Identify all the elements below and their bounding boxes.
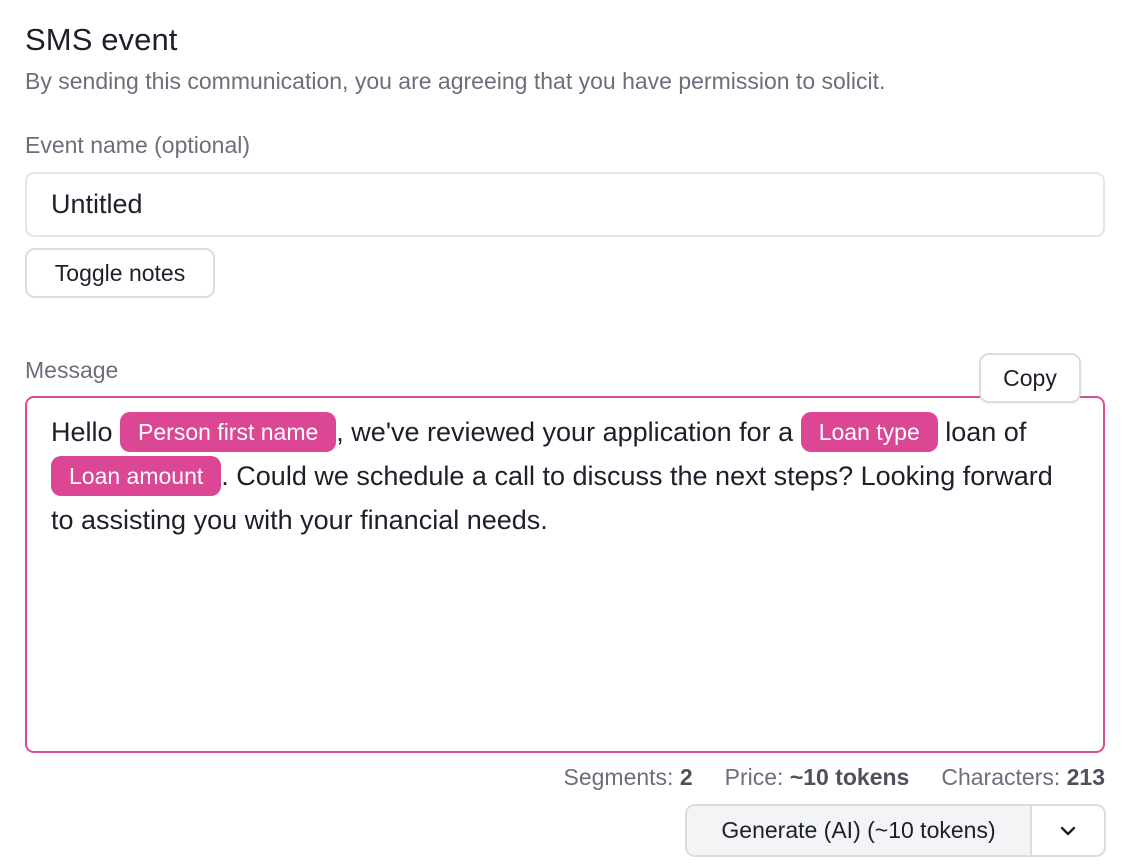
event-name-label: Event name (optional) bbox=[25, 132, 251, 158]
message-text: loan of bbox=[945, 417, 1027, 447]
message-label: Message bbox=[25, 357, 119, 383]
variable-chip-loan-type[interactable]: Loan type bbox=[800, 412, 938, 452]
message-stats: Segments: 2 Price: ~10 tokens Characters… bbox=[563, 764, 1105, 791]
page-subtitle: By sending this communication, you are a… bbox=[25, 68, 886, 94]
segments-value: 2 bbox=[679, 764, 693, 790]
message-text: Hello bbox=[51, 417, 113, 447]
copy-button[interactable]: Copy bbox=[979, 353, 1081, 403]
segments-stat: Segments: 2 bbox=[563, 764, 692, 791]
variable-chip-person-first-name[interactable]: Person first name bbox=[120, 412, 337, 452]
toggle-notes-button[interactable]: Toggle notes bbox=[25, 248, 215, 298]
generate-options-dropdown[interactable] bbox=[1032, 806, 1104, 855]
price-label: Price: bbox=[724, 764, 784, 790]
page-title: SMS event bbox=[25, 22, 178, 57]
generate-ai-button[interactable]: Generate (AI) (~10 tokens) bbox=[687, 806, 1032, 855]
characters-stat: Characters: 213 bbox=[941, 764, 1105, 791]
characters-label: Characters: bbox=[941, 764, 1061, 790]
characters-value: 213 bbox=[1066, 764, 1105, 790]
message-editor[interactable]: Hello Person first name, we've reviewed … bbox=[25, 396, 1105, 753]
price-value: ~10 tokens bbox=[789, 764, 910, 790]
segments-label: Segments: bbox=[563, 764, 674, 790]
price-stat: Price: ~10 tokens bbox=[725, 764, 910, 791]
generate-button-group: Generate (AI) (~10 tokens) bbox=[685, 804, 1106, 857]
variable-chip-loan-amount[interactable]: Loan amount bbox=[51, 456, 222, 496]
event-name-input[interactable] bbox=[25, 172, 1105, 237]
message-text: , we've reviewed your application for a bbox=[336, 417, 794, 447]
chevron-down-icon bbox=[1060, 826, 1076, 835]
